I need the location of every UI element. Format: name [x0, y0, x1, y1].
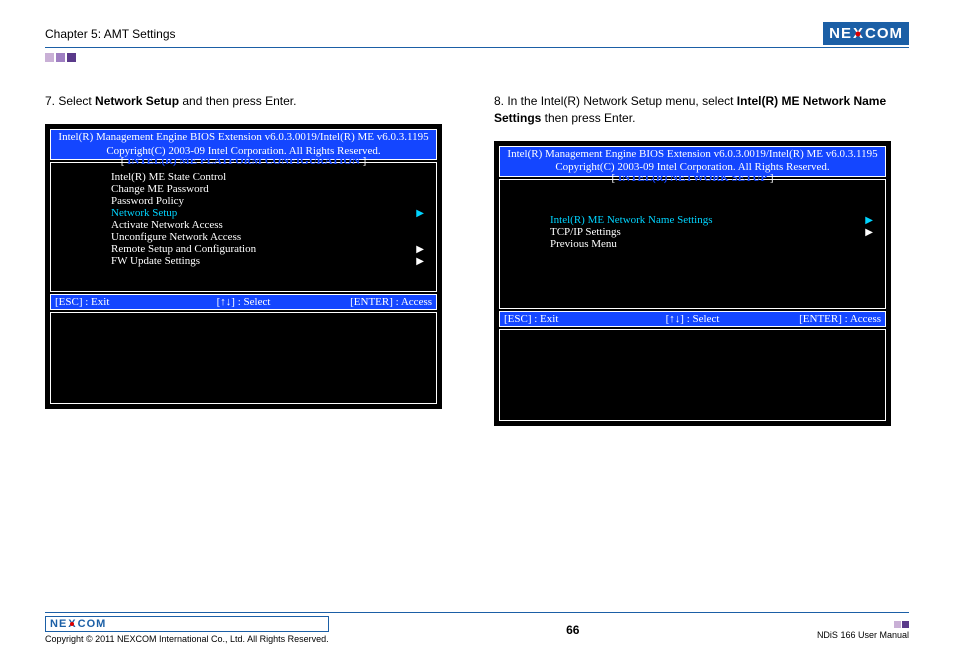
- decorative-squares: [45, 51, 909, 65]
- bios-menu-item[interactable]: FW Update Settings▶: [111, 255, 436, 267]
- submenu-arrow-icon: ▶: [416, 208, 424, 219]
- decorative-squares-footer: [893, 620, 909, 630]
- nexcom-logo-small: NEXCOM: [45, 616, 329, 632]
- right-column: 8. In the Intel(R) Network Setup menu, s…: [494, 93, 909, 426]
- bios-menu-section: [ INTEL(R) NETWORK SETUP ] Intel(R) ME N…: [499, 179, 886, 309]
- bios-menu-item[interactable]: Password Policy: [111, 195, 436, 207]
- menu-item-label: FW Update Settings: [111, 255, 416, 267]
- bios-menu-item[interactable]: Intel(R) ME State Control: [111, 171, 436, 183]
- bios-lower-panel: [50, 312, 437, 404]
- enter-hint: [ENTER] : Access: [755, 313, 881, 325]
- step-7-text: 7. Select Network Setup and then press E…: [45, 93, 460, 110]
- page-header: Chapter 5: AMT Settings NEXCOM: [45, 22, 909, 48]
- menu-item-label: Intel(R) ME State Control: [111, 171, 424, 183]
- menu-item-label: Password Policy: [111, 195, 424, 207]
- submenu-arrow-icon: ▶: [416, 244, 424, 255]
- bios-menu-item[interactable]: TCP/IP Settings▶: [550, 226, 885, 238]
- submenu-arrow-icon: ▶: [865, 215, 873, 226]
- bios-lower-panel: [499, 329, 886, 421]
- bios-menu-item[interactable]: Unconfigure Network Access: [111, 231, 436, 243]
- bios-menu-item[interactable]: Previous Menu: [550, 238, 885, 250]
- bios-menu-item[interactable]: Network Setup▶: [111, 207, 436, 219]
- page-number: 66: [566, 623, 579, 637]
- menu-item-label: Intel(R) ME Network Name Settings: [550, 214, 865, 226]
- page-footer: NEXCOM Copyright © 2011 NEXCOM Internati…: [45, 612, 909, 644]
- bios-section-title: [ INTEL(R) ME PLATFORM CONFIGURATION ]: [51, 155, 436, 167]
- bios-menu-item[interactable]: Activate Network Access: [111, 219, 436, 231]
- bios-menu-item[interactable]: Remote Setup and Configuration▶: [111, 243, 436, 255]
- bios-menu-item[interactable]: Intel(R) ME Network Name Settings▶: [550, 214, 885, 226]
- bios-screen-right: Intel(R) Management Engine BIOS Extensio…: [494, 141, 891, 427]
- copyright-text: Copyright © 2011 NEXCOM International Co…: [45, 634, 329, 644]
- menu-item-label: Previous Menu: [550, 238, 873, 250]
- left-column: 7. Select Network Setup and then press E…: [45, 93, 460, 426]
- manual-name: NDiS 166 User Manual: [817, 630, 909, 640]
- menu-item-label: Remote Setup and Configuration: [111, 243, 416, 255]
- select-hint: [↑↓] : Select: [181, 296, 307, 308]
- nexcom-logo: NEXCOM: [823, 22, 909, 45]
- esc-hint: [ESC] : Exit: [504, 313, 630, 325]
- enter-hint: [ENTER] : Access: [306, 296, 432, 308]
- submenu-arrow-icon: ▶: [416, 256, 424, 267]
- logo-x-icon: X: [67, 618, 77, 630]
- logo-x-icon: X: [852, 25, 865, 42]
- menu-item-label: Unconfigure Network Access: [111, 231, 424, 243]
- bios-screen-left: Intel(R) Management Engine BIOS Extensio…: [45, 124, 442, 410]
- step-8-text: 8. In the Intel(R) Network Setup menu, s…: [494, 93, 909, 127]
- esc-hint: [ESC] : Exit: [55, 296, 181, 308]
- bios-menu-section: [ INTEL(R) ME PLATFORM CONFIGURATION ] I…: [50, 162, 437, 292]
- bios-menu-item[interactable]: Change ME Password: [111, 183, 436, 195]
- menu-item-label: TCP/IP Settings: [550, 226, 865, 238]
- chapter-title: Chapter 5: AMT Settings: [45, 27, 176, 41]
- select-hint: [↑↓] : Select: [630, 313, 756, 325]
- menu-item-label: Change ME Password: [111, 183, 424, 195]
- bios-key-bar: [ESC] : Exit [↑↓] : Select [ENTER] : Acc…: [499, 311, 886, 327]
- bios-section-title: [ INTEL(R) NETWORK SETUP ]: [500, 172, 885, 184]
- bios-key-bar: [ESC] : Exit [↑↓] : Select [ENTER] : Acc…: [50, 294, 437, 310]
- submenu-arrow-icon: ▶: [865, 227, 873, 238]
- menu-item-label: Network Setup: [111, 207, 416, 219]
- menu-item-label: Activate Network Access: [111, 219, 424, 231]
